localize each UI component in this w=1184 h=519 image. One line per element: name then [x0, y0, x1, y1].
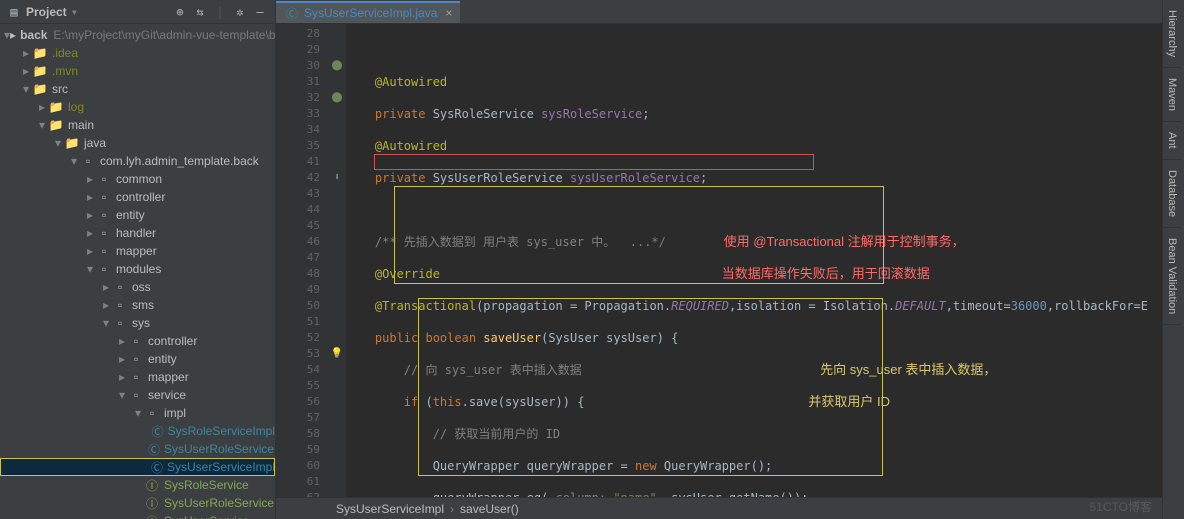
tree-item[interactable]: ▸▫mapper	[0, 368, 275, 386]
gutter-icons: ⬤ ⬤ ⬇ 💡	[328, 24, 346, 497]
tree-item[interactable]: ▸▫oss	[0, 278, 275, 296]
editor-tab-bar: Ⓒ SysUserServiceImpl.java ×	[276, 0, 1162, 24]
folder-icon: 📁	[32, 81, 48, 97]
breadcrumb[interactable]: SysUserServiceImpl › saveUser()	[276, 497, 1162, 519]
package-icon: ▫	[96, 225, 112, 241]
package-icon: ▫	[80, 153, 96, 169]
crumb-method[interactable]: saveUser()	[460, 502, 519, 516]
class-icon: Ⓒ	[148, 441, 160, 457]
project-icon: ▤	[6, 4, 22, 20]
package-icon: ▫	[96, 261, 112, 277]
package-icon: ▫	[128, 387, 144, 403]
right-tool-strip: Hierarchy Maven Ant Database Bean Valida…	[1162, 0, 1184, 519]
project-tree[interactable]: ▾▸backE:\myProject\myGit\admin-vue-templ…	[0, 24, 275, 519]
annotation-red: 当数据库操作失败后，用于回滚数据	[722, 266, 930, 281]
tool-ant[interactable]: Ant	[1163, 122, 1181, 160]
highlight-box-transactional	[374, 154, 814, 170]
tree-item-main[interactable]: ▾📁main	[0, 116, 275, 134]
tree-item[interactable]: ▸▫entity	[0, 206, 275, 224]
tree-item[interactable]: ▸▫mapper	[0, 242, 275, 260]
expand-all-icon[interactable]: ⇆	[191, 3, 209, 21]
tab-label: SysUserServiceImpl.java	[304, 6, 437, 20]
interface-icon: Ⓘ	[144, 513, 160, 519]
folder-icon: 📁	[32, 63, 48, 79]
interface-icon: Ⓘ	[144, 477, 160, 493]
tree-item-service[interactable]: ▾▫service	[0, 386, 275, 404]
close-icon[interactable]: ×	[445, 6, 452, 20]
annotation-yellow: 先向 sys_user 表中插入数据，	[820, 362, 996, 377]
annotation-yellow: 并获取用户 ID	[808, 394, 890, 409]
crumb-class[interactable]: SysUserServiceImpl	[336, 502, 444, 516]
tree-item[interactable]: ▸▫entity	[0, 350, 275, 368]
project-panel: ▤ Project ▾ ⊕ ⇆ | ✲ — ▾▸backE:\myProject…	[0, 0, 276, 519]
class-icon: Ⓒ	[152, 423, 164, 439]
tree-item-interface[interactable]: ⒾSysRoleService	[0, 476, 275, 494]
override-icon[interactable]: ⬇	[328, 170, 346, 186]
code-content[interactable]: @Autowired private SysRoleService sysRol…	[346, 24, 1162, 497]
watermark: 51CTO博客	[1090, 498, 1152, 515]
package-icon: ▫	[96, 171, 112, 187]
tree-item-mvn[interactable]: ▸📁.mvn	[0, 62, 275, 80]
bean-icon[interactable]: ⬤	[328, 90, 346, 106]
hide-icon[interactable]: —	[251, 3, 269, 21]
project-title: Project	[26, 5, 67, 19]
tool-maven[interactable]: Maven	[1163, 68, 1181, 122]
package-icon: ▫	[96, 243, 112, 259]
package-icon: ▫	[144, 405, 160, 421]
select-opened-file-icon[interactable]: ⊕	[171, 3, 189, 21]
tree-item[interactable]: ▸▫common	[0, 170, 275, 188]
class-icon: Ⓒ	[284, 5, 300, 21]
tool-bean-validation[interactable]: Bean Validation	[1163, 228, 1181, 325]
gutter-line-numbers: 2829303132333435414243444546474849505152…	[276, 24, 328, 497]
package-icon: ▫	[128, 369, 144, 385]
package-icon: ▫	[128, 351, 144, 367]
interface-icon: Ⓘ	[144, 495, 160, 511]
tree-item-modules[interactable]: ▾▫modules	[0, 260, 275, 278]
bean-icon[interactable]: ⬤	[328, 58, 346, 74]
tree-item-class[interactable]: ⒸSysUserRoleServiceImpl	[0, 440, 275, 458]
folder-icon: 📁	[48, 117, 64, 133]
annotation-red: 使用 @Transactional 注解用于控制事务，	[724, 234, 965, 249]
tree-item-impl[interactable]: ▾▫impl	[0, 404, 275, 422]
tree-item-pkg[interactable]: ▾▫com.lyh.admin_template.back	[0, 152, 275, 170]
folder-icon: 📁	[32, 45, 48, 61]
tree-item-interface[interactable]: ⒾSysUserRoleService	[0, 494, 275, 512]
bulb-icon[interactable]: 💡	[328, 346, 346, 362]
editor-tab-active[interactable]: Ⓒ SysUserServiceImpl.java ×	[276, 1, 460, 23]
package-icon: ▫	[112, 279, 128, 295]
tree-item[interactable]: ▸▫sms	[0, 296, 275, 314]
tree-item[interactable]: ▸▫handler	[0, 224, 275, 242]
class-icon: Ⓒ	[151, 459, 163, 475]
gear-icon[interactable]: ✲	[231, 3, 249, 21]
tree-item-interface[interactable]: ⒾSysUserService	[0, 512, 275, 519]
module-icon: ▸	[10, 27, 16, 43]
tree-item-class-selected[interactable]: ⒸSysUserServiceImpl	[0, 458, 275, 476]
package-icon: ▫	[96, 189, 112, 205]
package-icon: ▫	[128, 333, 144, 349]
tree-item-log[interactable]: ▸📁log	[0, 98, 275, 116]
folder-icon: 📁	[48, 99, 64, 115]
package-icon: ▫	[96, 207, 112, 223]
package-icon: ▫	[112, 315, 128, 331]
tree-item[interactable]: ▸▫controller	[0, 332, 275, 350]
tree-item-idea[interactable]: ▸📁.idea	[0, 44, 275, 62]
code-area[interactable]: 2829303132333435414243444546474849505152…	[276, 24, 1162, 497]
highlight-box-role-block	[418, 298, 883, 476]
dropdown-icon[interactable]: ▾	[71, 5, 78, 19]
project-panel-header: ▤ Project ▾ ⊕ ⇆ | ✲ —	[0, 0, 275, 24]
tree-item-sys[interactable]: ▾▫sys	[0, 314, 275, 332]
editor: Ⓒ SysUserServiceImpl.java × 282930313233…	[276, 0, 1162, 519]
tree-item-class[interactable]: ⒸSysRoleServiceImpl	[0, 422, 275, 440]
tool-database[interactable]: Database	[1163, 160, 1181, 228]
source-folder-icon: 📁	[64, 135, 80, 151]
tool-hierarchy[interactable]: Hierarchy	[1163, 0, 1181, 68]
chevron-right-icon: ›	[450, 502, 454, 516]
tree-item-src[interactable]: ▾📁src	[0, 80, 275, 98]
divider: |	[211, 3, 229, 21]
tree-item-java[interactable]: ▾📁java	[0, 134, 275, 152]
tree-root[interactable]: ▾▸backE:\myProject\myGit\admin-vue-templ…	[0, 26, 275, 44]
tree-item[interactable]: ▸▫controller	[0, 188, 275, 206]
package-icon: ▫	[112, 297, 128, 313]
